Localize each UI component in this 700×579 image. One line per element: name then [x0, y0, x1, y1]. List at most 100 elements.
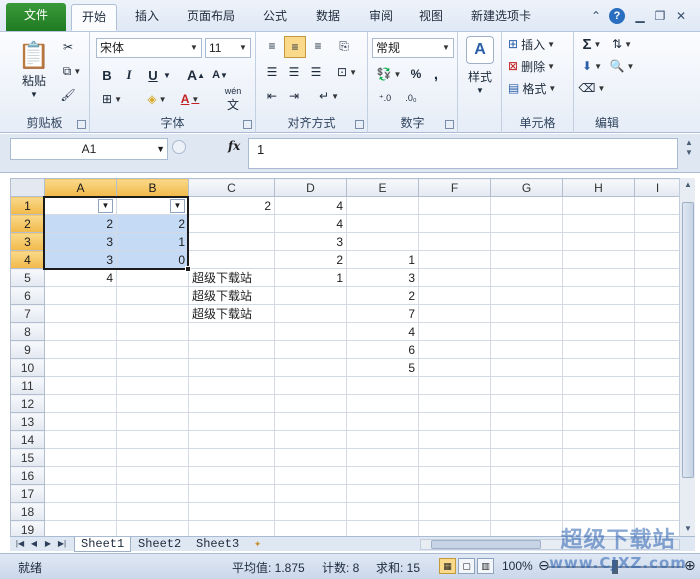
cut-icon[interactable]: ✂: [58, 38, 78, 56]
cell-e15[interactable]: [346, 448, 419, 467]
cell-c1[interactable]: 2: [188, 196, 275, 215]
paste-icon[interactable]: 📋: [14, 36, 54, 74]
cell-d1[interactable]: 4: [274, 196, 347, 215]
copy-icon[interactable]: ⧉ ▼: [58, 62, 86, 80]
cell-h14[interactable]: [562, 430, 635, 449]
cell-g11[interactable]: [490, 376, 563, 395]
sheet-tab-3[interactable]: Sheet3: [190, 537, 245, 552]
cell-h3[interactable]: [562, 232, 635, 251]
wrap-text-icon[interactable]: ↵ ▼: [314, 86, 344, 106]
cell-c8[interactable]: [188, 322, 275, 341]
formula-input[interactable]: 1: [248, 138, 678, 169]
decrease-decimal-icon[interactable]: .0₀: [400, 88, 422, 108]
cell-b3[interactable]: 1: [116, 232, 189, 251]
font-launcher-icon[interactable]: [243, 120, 252, 129]
cell-i7[interactable]: [634, 304, 681, 323]
cell-h9[interactable]: [562, 340, 635, 359]
cell-b15[interactable]: [116, 448, 189, 467]
row-header[interactable]: 13: [10, 412, 45, 431]
tab-page-layout[interactable]: 页面布局: [178, 4, 244, 31]
cell-a10[interactable]: [44, 358, 117, 377]
cell-b4[interactable]: 0: [116, 250, 189, 269]
cell-d13[interactable]: [274, 412, 347, 431]
fill-color-icon[interactable]: ◈ ▼: [142, 90, 172, 108]
column-header-h[interactable]: H: [562, 178, 635, 197]
minimize-icon[interactable]: ▁: [632, 8, 648, 24]
cell-c7[interactable]: 超级下载站: [188, 304, 275, 323]
format-painter-icon[interactable]: 🖌: [58, 86, 78, 104]
tab-data[interactable]: 数据: [305, 4, 351, 31]
cell-b9[interactable]: [116, 340, 189, 359]
cell-d18[interactable]: [274, 502, 347, 521]
cell-e8[interactable]: 4: [346, 322, 419, 341]
clear-icon[interactable]: ⌫ ▼: [578, 78, 606, 98]
tab-view[interactable]: 视图: [411, 4, 451, 31]
column-header-i[interactable]: I: [634, 178, 681, 197]
cell-d5[interactable]: 1: [274, 268, 347, 287]
cell-g2[interactable]: [490, 214, 563, 233]
normal-view-icon[interactable]: ▦: [439, 558, 456, 574]
alignment-launcher-icon[interactable]: [355, 120, 364, 129]
row-header[interactable]: 7: [10, 304, 45, 323]
restore-icon[interactable]: ❐: [652, 8, 668, 24]
cell-c12[interactable]: [188, 394, 275, 413]
cell-h12[interactable]: [562, 394, 635, 413]
row-header[interactable]: 10: [10, 358, 45, 377]
cell-f3[interactable]: [418, 232, 491, 251]
cell-a16[interactable]: [44, 466, 117, 485]
borders-icon[interactable]: ⊞ ▼: [98, 90, 126, 108]
cell-h15[interactable]: [562, 448, 635, 467]
cell-i11[interactable]: [634, 376, 681, 395]
cell-d9[interactable]: [274, 340, 347, 359]
align-bottom-icon[interactable]: ≡: [308, 36, 328, 56]
format-cells-button[interactable]: ▤ 格式 ▼: [508, 78, 570, 98]
filter-dropdown-icon[interactable]: ▼: [170, 199, 185, 213]
delete-cells-button[interactable]: ⊠ 删除 ▼: [508, 56, 570, 76]
cell-d10[interactable]: [274, 358, 347, 377]
cell-b7[interactable]: [116, 304, 189, 323]
cell-d8[interactable]: [274, 322, 347, 341]
row-header[interactable]: 3: [10, 232, 45, 251]
next-sheet-icon[interactable]: ▶: [42, 538, 54, 550]
cell-h16[interactable]: [562, 466, 635, 485]
cell-a18[interactable]: [44, 502, 117, 521]
cell-c15[interactable]: [188, 448, 275, 467]
cell-a8[interactable]: [44, 322, 117, 341]
cell-h13[interactable]: [562, 412, 635, 431]
cell-f12[interactable]: [418, 394, 491, 413]
styles-dropdown-icon[interactable]: ▼: [460, 84, 500, 96]
currency-icon[interactable]: 💱 ▼: [374, 64, 404, 84]
cell-h5[interactable]: [562, 268, 635, 287]
cell-f1[interactable]: [418, 196, 491, 215]
last-sheet-icon[interactable]: ▶|: [56, 538, 68, 550]
filter-dropdown-icon[interactable]: ▼: [98, 199, 113, 213]
cell-g15[interactable]: [490, 448, 563, 467]
ribbon-collapse-icon[interactable]: ⌃: [588, 8, 604, 24]
cell-g7[interactable]: [490, 304, 563, 323]
cell-g12[interactable]: [490, 394, 563, 413]
tab-review[interactable]: 审阅: [358, 4, 404, 31]
cell-f8[interactable]: [418, 322, 491, 341]
cell-g9[interactable]: [490, 340, 563, 359]
paste-button[interactable]: 粘贴: [14, 72, 54, 88]
number-format-select[interactable]: 常规 ▼: [372, 38, 454, 58]
cell-d14[interactable]: [274, 430, 347, 449]
cell-b5[interactable]: [116, 268, 189, 287]
cell-a1[interactable]: ▼: [44, 196, 117, 215]
cell-b14[interactable]: [116, 430, 189, 449]
cell-i8[interactable]: [634, 322, 681, 341]
first-sheet-icon[interactable]: |◀: [14, 538, 26, 550]
align-top-icon[interactable]: ≡: [262, 36, 282, 56]
column-header-b[interactable]: B: [116, 178, 189, 197]
cell-a6[interactable]: [44, 286, 117, 305]
select-all-corner[interactable]: [10, 178, 45, 197]
help-icon[interactable]: ?: [609, 8, 625, 24]
find-select-icon[interactable]: 🔍 ▼: [608, 56, 636, 76]
column-header-a[interactable]: A: [44, 178, 117, 197]
cell-g14[interactable]: [490, 430, 563, 449]
italic-button[interactable]: I: [120, 66, 138, 84]
tab-new-tab[interactable]: 新建选项卡: [460, 4, 542, 31]
clipboard-launcher-icon[interactable]: [77, 120, 86, 129]
cell-d6[interactable]: [274, 286, 347, 305]
cell-c17[interactable]: [188, 484, 275, 503]
